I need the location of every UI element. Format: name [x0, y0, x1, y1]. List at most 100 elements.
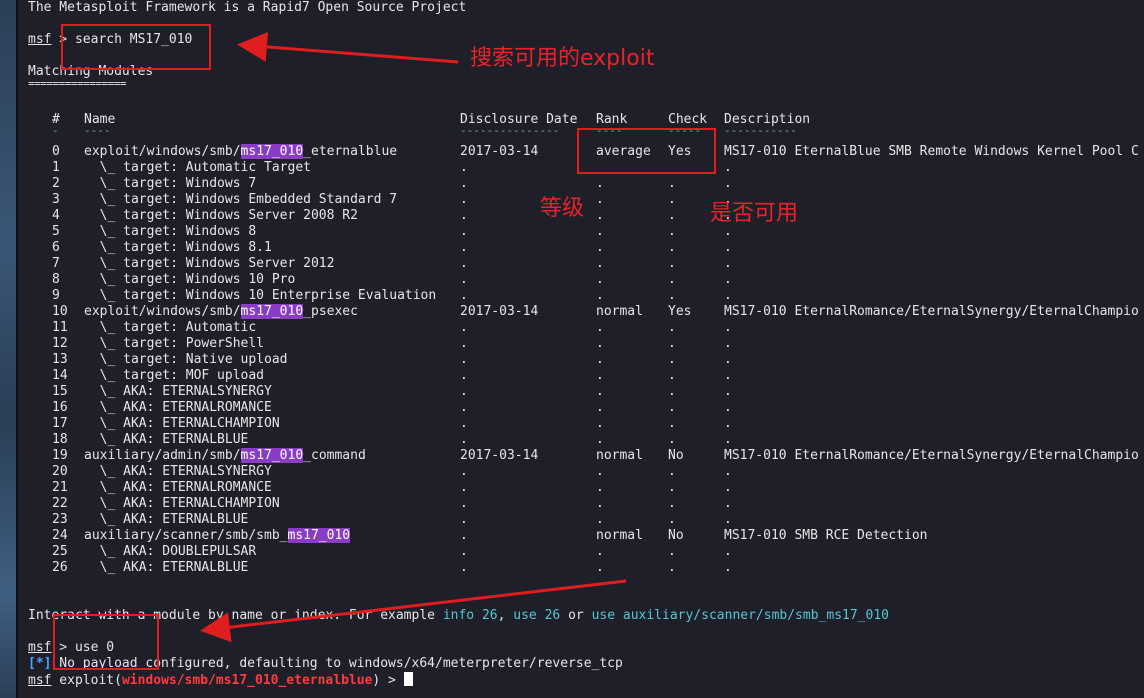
module-name[interactable]: auxiliary/scanner/smb/smb_ms17_010 — [84, 528, 351, 544]
module-name-prefix: \_ target: Windows 10 Pro — [84, 272, 296, 287]
check-value: Yes — [668, 304, 692, 319]
module-name[interactable]: \_ target: MOF upload — [84, 368, 264, 384]
module-name[interactable]: \_ AKA: ETERNALCHAMPION — [84, 416, 280, 432]
module-name-prefix: \_ target: PowerShell — [84, 336, 265, 351]
module-name[interactable]: exploit/windows/smb/ms17_010_psexec — [84, 304, 358, 320]
description: . — [724, 560, 732, 575]
module-name[interactable]: \_ AKA: ETERNALROMANCE — [84, 480, 272, 496]
table-row: 12 \_ target: PowerShell.... — [28, 336, 1144, 352]
disclosure-date: . — [460, 560, 468, 575]
info-command-example: info 26 — [442, 608, 498, 623]
rank-value: . — [596, 480, 604, 495]
module-name-prefix: \_ AKA: ETERNALROMANCE — [84, 400, 272, 415]
module-name[interactable]: \_ AKA: ETERNALCHAMPION — [84, 496, 280, 512]
module-name[interactable]: \_ target: PowerShell — [84, 336, 264, 352]
module-name-prefix: auxiliary/scanner/smb/smb_ — [84, 528, 288, 543]
msf-prompt: msf — [28, 673, 52, 688]
table-row: 4 \_ target: Windows Server 2008 R2.... — [28, 208, 1144, 224]
disclosure-date: . — [460, 288, 468, 303]
module-name[interactable]: \_ AKA: ETERNALSYNERGY — [84, 384, 272, 400]
description: . — [724, 288, 732, 303]
table-row: 13 \_ target: Native upload.... — [28, 352, 1144, 368]
module-name-suffix: _eternalblue — [303, 144, 398, 159]
description: . — [724, 352, 732, 367]
check-value: . — [668, 464, 676, 479]
row-index: 10 — [52, 304, 68, 319]
module-name[interactable]: \_ target: Windows 8 — [84, 224, 257, 240]
rank-value: . — [596, 320, 604, 335]
table-row: 6 \_ target: Windows 8.1.... — [28, 240, 1144, 256]
matching-modules-underline: ================ — [28, 77, 126, 90]
module-name-prefix: \_ target: Windows 7 — [84, 176, 257, 191]
row-index: 5 — [52, 224, 60, 239]
module-name[interactable]: \_ target: Windows Server 2012 — [84, 256, 335, 272]
module-name-suffix: _psexec — [303, 304, 358, 319]
disclosure-date: . — [460, 496, 468, 511]
rank-value: . — [596, 352, 604, 367]
module-name[interactable]: auxiliary/admin/smb/ms17_010_command — [84, 448, 366, 464]
disclosure-date: . — [460, 160, 468, 175]
module-name[interactable]: \_ target: Automatic Target — [84, 160, 311, 176]
check-value: . — [668, 192, 676, 207]
module-name[interactable]: \_ target: Windows 10 Pro — [84, 272, 296, 288]
module-name[interactable]: \_ target: Windows Server 2008 R2 — [84, 208, 358, 224]
module-name[interactable]: \_ target: Windows Embedded Standard 7 — [84, 192, 397, 208]
annotation-box-search — [61, 24, 211, 70]
module-name[interactable]: \_ target: Windows 8.1 — [84, 240, 272, 256]
rank-value: . — [596, 560, 604, 575]
rank-value: . — [596, 272, 604, 287]
module-name[interactable]: \_ AKA: ETERNALBLUE — [84, 560, 249, 576]
module-name-suffix: _command — [303, 448, 366, 463]
row-index: 17 — [52, 416, 68, 431]
disclosure-date: . — [460, 256, 468, 271]
rank-value: . — [596, 544, 604, 559]
disclosure-date: . — [460, 544, 468, 559]
check-value: . — [668, 208, 676, 223]
check-value: . — [668, 224, 676, 239]
row-index: 25 — [52, 544, 68, 559]
module-name-prefix: \_ AKA: ETERNALCHAMPION — [84, 496, 280, 511]
description: . — [724, 464, 732, 479]
module-name[interactable]: \_ AKA: ETERNALBLUE — [84, 432, 249, 448]
search-match-highlight: ms17_010 — [240, 448, 304, 463]
interact-comma: , — [497, 608, 514, 623]
underline-name: ---- — [84, 124, 111, 137]
module-name[interactable]: exploit/windows/smb/ms17_010_eternalblue — [84, 144, 397, 160]
module-name[interactable]: \_ AKA: DOUBLEPULSAR — [84, 544, 257, 560]
check-value: . — [668, 288, 676, 303]
table-row: 22 \_ AKA: ETERNALCHAMPION.... — [28, 496, 1144, 512]
module-name-prefix: \_ target: Automatic — [84, 320, 257, 335]
module-name[interactable]: \_ AKA: ETERNALSYNERGY — [84, 464, 272, 480]
table-row: 10 exploit/windows/smb/ms17_010_psexec 201… — [28, 304, 1144, 320]
row-index: 9 — [52, 288, 60, 303]
table-row: 9 \_ target: Windows 10 Enterprise Evalu… — [28, 288, 1144, 304]
row-index: 21 — [52, 480, 68, 495]
module-name-prefix: \_ AKA: ETERNALSYNERGY — [84, 384, 272, 399]
disclosure-date: 2017-03-14 — [460, 448, 539, 463]
msf-prompt: msf — [28, 640, 52, 655]
module-name[interactable]: \_ AKA: ETERNALBLUE — [84, 512, 249, 528]
module-name[interactable]: \_ target: Native upload — [84, 352, 288, 368]
check-value: No — [668, 528, 684, 543]
module-name-prefix: \_ target: Windows Server 2012 — [84, 256, 335, 271]
rank-value: . — [596, 432, 604, 447]
disclosure-date: . — [460, 528, 468, 543]
check-value: . — [668, 560, 676, 575]
rank-value: . — [596, 400, 604, 415]
disclosure-date: . — [460, 320, 468, 335]
module-name[interactable]: \_ target: Windows 7 — [84, 176, 257, 192]
module-name[interactable]: \_ AKA: ETERNALROMANCE — [84, 400, 272, 416]
disclosure-date: . — [460, 512, 468, 527]
terminal-output[interactable]: The Metasploit Framework is a Rapid7 Ope… — [28, 0, 1144, 698]
disclosure-date: . — [460, 224, 468, 239]
check-value: . — [668, 416, 676, 431]
exploit-prompt-line[interactable]: msf exploit(windows/smb/ms17_010_eternal… — [28, 672, 413, 688]
annotation-box-use — [53, 614, 159, 670]
check-value: No — [668, 448, 684, 463]
text-cursor[interactable] — [403, 672, 413, 686]
module-name[interactable]: \_ target: Automatic — [84, 320, 257, 336]
annotation-box-rank-check — [577, 128, 716, 174]
module-name-prefix: \_ AKA: DOUBLEPULSAR — [84, 544, 257, 559]
row-index: 11 — [52, 320, 68, 335]
module-name[interactable]: \_ target: Windows 10 Enterprise Evaluat… — [84, 288, 437, 304]
